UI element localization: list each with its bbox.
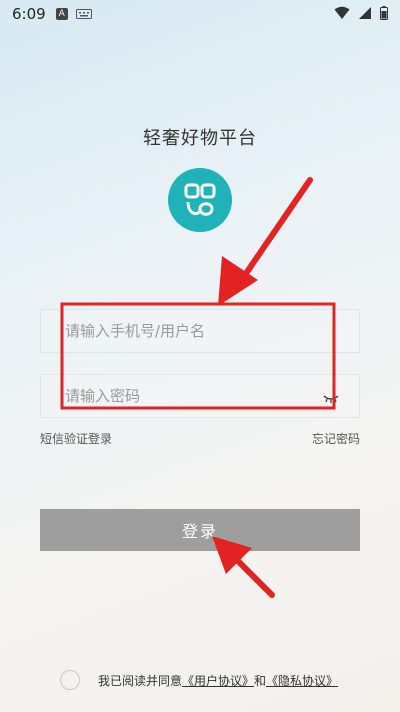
status-time: 6:09 (12, 5, 46, 23)
agreement-text: 我已阅读并同意 (98, 673, 183, 688)
forgot-password-link[interactable]: 忘记密码 (312, 430, 360, 447)
app-logo (168, 168, 232, 232)
password-field-container (40, 374, 360, 418)
agreement-checkbox[interactable] (60, 670, 80, 690)
keyboard-icon (75, 5, 92, 23)
wifi-icon (334, 6, 350, 24)
link-logo-icon (184, 183, 216, 216)
username-field-container (40, 309, 360, 353)
agreement-and: 和 (254, 673, 267, 688)
eye-closed-icon[interactable] (323, 389, 339, 408)
app-notification-icon: A (55, 8, 68, 20)
privacy-agreement-link[interactable]: 《隐私协议》 (266, 672, 338, 689)
status-bar: 6:09 A (0, 0, 400, 28)
user-agreement-link[interactable]: 《用户协议》 (182, 672, 254, 689)
agreement-row: 我已阅读并同意 《用户协议》 和 《隐私协议》 (60, 668, 338, 692)
password-input[interactable] (41, 375, 359, 417)
app-title: 轻奢好物平台 (143, 128, 257, 149)
annotation-overlay (60, 177, 336, 598)
battery-icon (380, 6, 388, 24)
username-input[interactable] (41, 310, 359, 352)
login-button[interactable]: 登录 (40, 509, 360, 551)
sms-login-link[interactable]: 短信验证登录 (40, 430, 112, 447)
signal-icon (358, 6, 372, 24)
